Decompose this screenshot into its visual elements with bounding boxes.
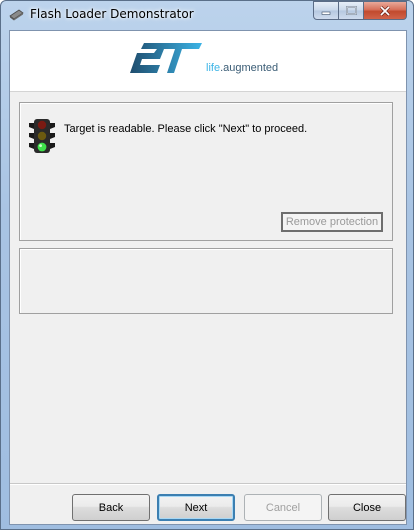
navigation-footer: Back Next Cancel Close [10,483,406,525]
close-icon [379,5,391,16]
window-title: Flash Loader Demonstrator [30,7,194,21]
traffic-light-green-icon [29,119,55,153]
header-banner: ST life.augmented [10,31,406,92]
close-window-button[interactable] [364,1,407,20]
client-area: ST life.augmented Target is readable. Pl… [9,30,407,525]
flash-loader-app-icon [9,9,24,21]
close-button[interactable]: Close [328,494,406,521]
st-logo: ST [130,41,202,73]
tagline: life.augmented [206,62,279,74]
info-panel [19,248,393,314]
status-message: Target is readable. Please click "Next" … [64,123,308,135]
maximize-button[interactable] [339,1,364,20]
back-button[interactable]: Back [72,494,150,521]
next-button[interactable]: Next [157,494,235,521]
minimize-icon [321,11,331,15]
title-bar[interactable]: Flash Loader Demonstrator [1,1,413,29]
status-panel: Target is readable. Please click "Next" … [19,102,393,241]
remove-protection-button[interactable]: Remove protection [281,212,383,232]
cancel-button[interactable]: Cancel [244,494,322,521]
svg-text:ST: ST [130,41,132,42]
maximize-icon [345,6,357,15]
app-window: Flash Loader Demonstrator ST life.augmen… [0,0,414,530]
caption-buttons [313,1,407,20]
minimize-button[interactable] [313,1,339,20]
